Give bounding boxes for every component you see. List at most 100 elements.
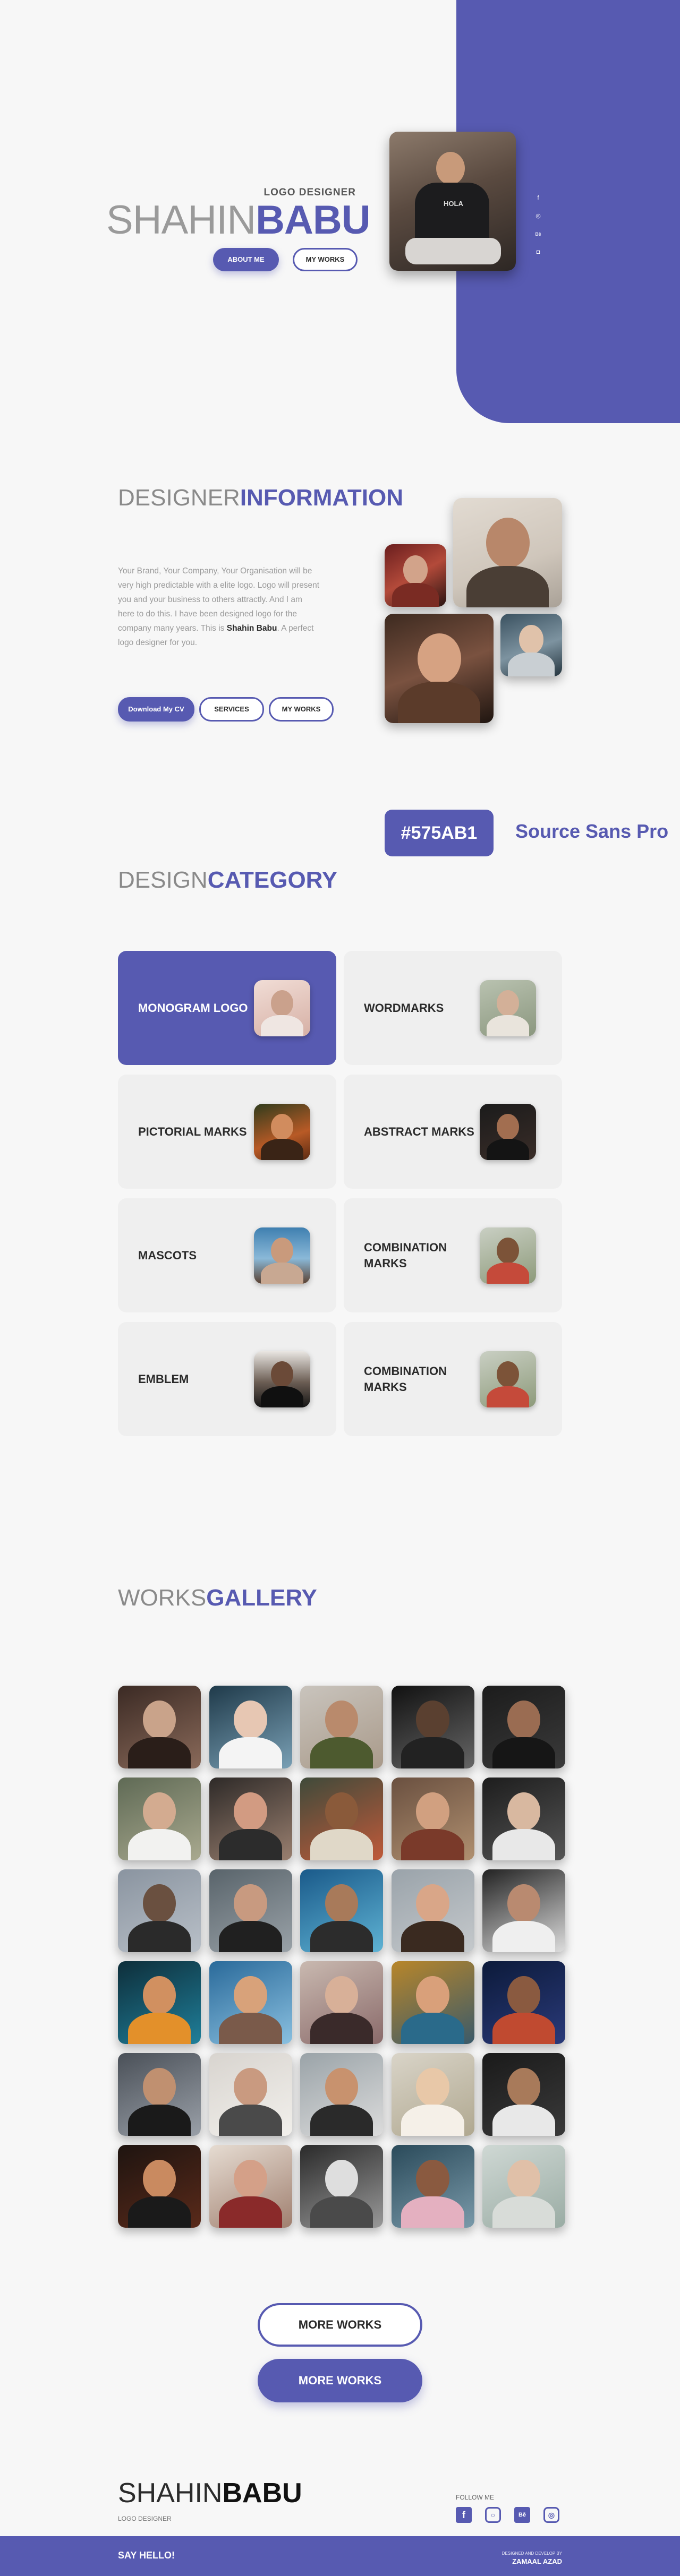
gallery-item[interactable]	[118, 1778, 201, 1860]
download-cv-button[interactable]: Download My CV	[118, 697, 194, 722]
facebook-icon[interactable]: f	[534, 194, 542, 202]
gallery-item[interactable]	[209, 1961, 292, 2044]
hero-name: SHAHINBABU	[106, 196, 371, 244]
info-title-thin: DESIGNER	[118, 485, 240, 511]
gallery-item[interactable]	[209, 1686, 292, 1768]
category-card-combination-2[interactable]: COMBINATION MARKS	[344, 1322, 562, 1436]
gallery-item[interactable]	[391, 1686, 474, 1768]
gallery-item[interactable]	[482, 1961, 565, 2044]
gallery-title-thin: WORKS	[118, 1585, 207, 1611]
gallery-item[interactable]	[118, 2053, 201, 2136]
category-label: EMBLEM	[138, 1372, 189, 1386]
category-label: MASCOTS	[138, 1248, 197, 1262]
category-title-bold: CATEGORY	[207, 867, 338, 893]
dribbble-icon[interactable]: ◎	[543, 2507, 559, 2523]
category-thumb	[480, 1104, 536, 1160]
info-photo-small-2	[500, 614, 562, 676]
gallery-item[interactable]	[391, 1869, 474, 1952]
gallery-item[interactable]	[482, 1778, 565, 1860]
category-label: COMBINATION MARKS	[364, 1364, 447, 1394]
info-text-name: Shahin Babu	[226, 624, 277, 633]
follow-label: FOLLOW ME	[456, 2494, 495, 2501]
info-text-1: Your Brand, Your Company, Your Organisat…	[118, 566, 320, 633]
instagram-icon[interactable]: ○	[485, 2507, 501, 2523]
gallery-item[interactable]	[391, 2053, 474, 2136]
my-works-button[interactable]: MY WORKS	[293, 248, 358, 271]
gallery-item[interactable]	[482, 1686, 565, 1768]
more-works-filled-button[interactable]: MORE WORKS	[258, 2359, 422, 2402]
more-works-outline-button[interactable]: MORE WORKS	[258, 2303, 422, 2347]
category-label: ABSTRACT MARKS	[364, 1124, 474, 1138]
info-photo-small-1	[385, 544, 446, 607]
gallery-item[interactable]	[391, 2145, 474, 2228]
category-label: COMBINATION MARKS	[364, 1240, 447, 1270]
gallery-item[interactable]	[300, 2053, 383, 2136]
gallery-item[interactable]	[209, 1869, 292, 1952]
gallery-item[interactable]	[118, 1961, 201, 2044]
category-card-combination-1[interactable]: COMBINATION MARKS	[344, 1198, 562, 1312]
category-thumb	[254, 1351, 310, 1407]
behance-icon[interactable]: Bē	[534, 230, 542, 238]
info-title-bold: INFORMATION	[240, 485, 403, 511]
info-photo-large-1	[453, 498, 562, 607]
category-label: PICTORIAL MARKS	[138, 1124, 247, 1138]
footer-name: SHAHINBABU	[118, 2477, 302, 2509]
category-thumb	[254, 980, 310, 1036]
gallery-item[interactable]	[300, 1961, 383, 2044]
gallery-item[interactable]	[482, 1869, 565, 1952]
gallery-item[interactable]	[300, 2145, 383, 2228]
gallery-item[interactable]	[209, 2145, 292, 2228]
hero-name-last: BABU	[256, 198, 371, 243]
info-photo-large-2	[385, 614, 494, 723]
gallery-item[interactable]	[300, 1869, 383, 1952]
credit-name: ZAMAAL AZAD	[512, 2557, 562, 2565]
instagram-icon[interactable]: ◘	[534, 248, 542, 256]
category-card-emblem[interactable]: EMBLEM	[118, 1322, 336, 1436]
gallery-title: WORKSGALLERY	[118, 1583, 317, 1613]
gallery-item[interactable]	[209, 1778, 292, 1860]
category-thumb	[480, 1227, 536, 1284]
gallery-item[interactable]	[118, 1686, 201, 1768]
category-thumb	[254, 1104, 310, 1160]
info-title: DESIGNERINFORMATION	[118, 483, 403, 513]
about-me-button[interactable]: ABOUT ME	[213, 248, 279, 271]
category-card-wordmarks[interactable]: WORDMARKS	[344, 951, 562, 1065]
brand-font-name: Source Sans Pro	[515, 820, 669, 842]
brand-color-swatch: #575AB1	[385, 810, 494, 856]
category-thumb	[254, 1227, 310, 1284]
footer-role: LOGO DESIGNER	[118, 2515, 172, 2522]
category-card-abstract[interactable]: ABSTRACT MARKS	[344, 1075, 562, 1189]
services-button[interactable]: SERVICES	[199, 697, 264, 722]
category-thumb	[480, 1351, 536, 1407]
gallery-item[interactable]	[118, 1869, 201, 1952]
facebook-icon[interactable]: f	[456, 2507, 472, 2523]
footer-name-last: BABU	[222, 2478, 302, 2509]
gallery-item[interactable]	[482, 2145, 565, 2228]
footer-bar: SAY HELLO! DESIGNED AND DEVELOP BY ZAMAA…	[0, 2536, 680, 2576]
footer-name-first: SHAHIN	[118, 2478, 223, 2509]
behance-icon[interactable]: Bē	[514, 2507, 530, 2523]
info-paragraph: Your Brand, Your Company, Your Organisat…	[118, 564, 320, 650]
hero-name-first: SHAHIN	[106, 198, 256, 243]
gallery-item[interactable]	[391, 1778, 474, 1860]
dribbble-icon[interactable]: ◎	[534, 212, 542, 220]
category-label: MONOGRAM LOGO	[138, 1001, 248, 1015]
hero-portrait: HOLA	[389, 132, 516, 271]
say-hello-link[interactable]: SAY HELLO!	[118, 2550, 175, 2561]
gallery-item[interactable]	[118, 2145, 201, 2228]
category-title: DESIGNCATEGORY	[118, 865, 337, 895]
gallery-item[interactable]	[391, 1961, 474, 2044]
category-title-thin: DESIGN	[118, 867, 208, 893]
gallery-title-bold: GALLERY	[206, 1585, 317, 1611]
category-card-mascots[interactable]: MASCOTS	[118, 1198, 336, 1312]
gallery-item[interactable]	[300, 1778, 383, 1860]
category-card-pictorial[interactable]: PICTORIAL MARKS	[118, 1075, 336, 1189]
info-my-works-button[interactable]: MY WORKS	[269, 697, 334, 722]
gallery-item[interactable]	[482, 2053, 565, 2136]
credit-label: DESIGNED AND DEVELOP BY	[502, 2551, 562, 2556]
category-thumb	[480, 980, 536, 1036]
gallery-item[interactable]	[209, 2053, 292, 2136]
gallery-item[interactable]	[300, 1686, 383, 1768]
category-label: WORDMARKS	[364, 1001, 444, 1015]
category-card-monogram[interactable]: MONOGRAM LOGO	[118, 951, 336, 1065]
